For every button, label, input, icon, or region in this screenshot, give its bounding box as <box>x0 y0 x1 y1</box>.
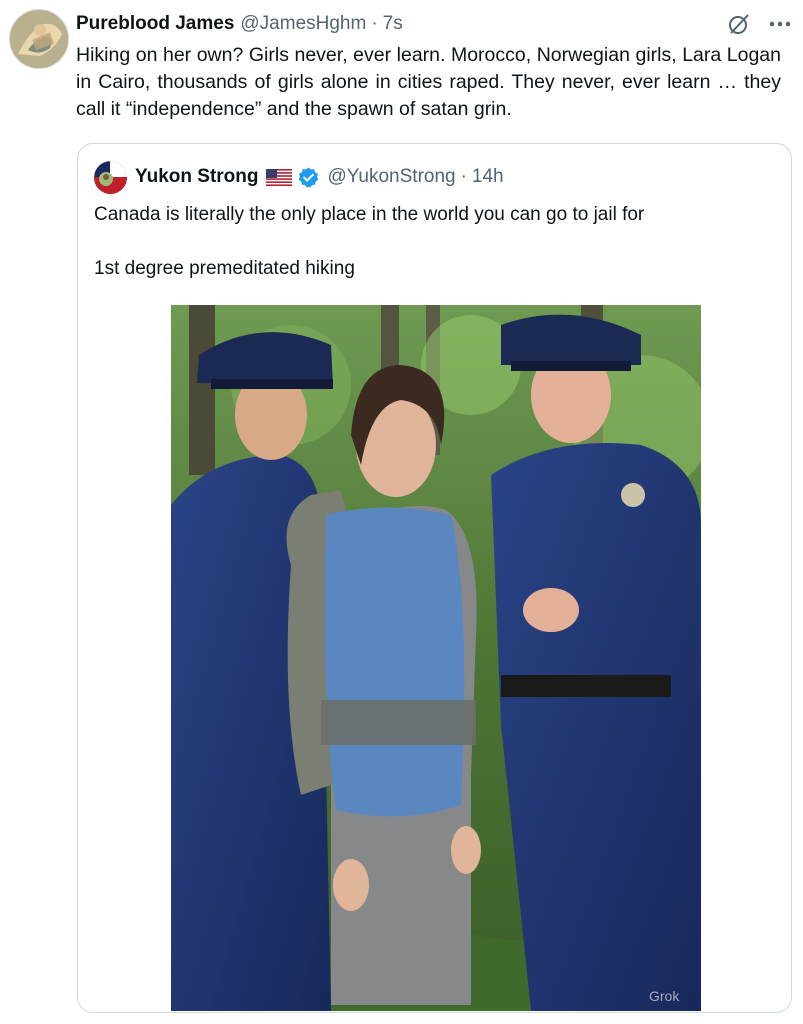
quote-author-avatar[interactable] <box>94 161 127 194</box>
tweet[interactable]: Pureblood James @JamesHghm · 7s Hiking o… <box>0 0 803 1024</box>
grok-icon[interactable] <box>727 12 751 36</box>
quote-header: Yukon Strong @YukonStrong · 14h <box>135 162 504 192</box>
tweet-text: Hiking on her own? Girls never, ever lea… <box>76 44 781 120</box>
quote-text: Canada is literally the only place in th… <box>94 204 645 279</box>
photo-hiker-with-police-icon: Grok <box>171 305 701 1011</box>
verified-badge-icon <box>298 166 318 188</box>
more-icon[interactable] <box>767 12 793 36</box>
quote-media-photo[interactable]: Grok <box>171 305 701 1011</box>
author-avatar[interactable] <box>9 9 69 69</box>
quote-author-handle[interactable]: @YukonStrong <box>328 166 456 188</box>
tweet-header: Pureblood James @JamesHghm · 7s <box>76 10 403 38</box>
quote-author-display-name[interactable]: Yukon Strong <box>135 166 259 188</box>
author-handle[interactable]: @JamesHghm <box>240 13 366 35</box>
tweet-timestamp[interactable]: 7s <box>383 13 403 35</box>
avatar-image-icon <box>10 10 68 68</box>
separator-dot: · <box>371 13 378 34</box>
tweet-actions <box>727 12 793 36</box>
quoted-tweet[interactable]: Yukon Strong @YukonStrong · 14h Canada i… <box>77 143 792 1013</box>
us-flag-icon <box>265 168 292 186</box>
author-display-name[interactable]: Pureblood James <box>76 13 234 35</box>
grok-watermark: Grok <box>649 988 680 1004</box>
separator-dot: · <box>460 166 467 187</box>
quote-timestamp[interactable]: 14h <box>472 166 504 188</box>
avatar-image-icon <box>94 161 127 194</box>
